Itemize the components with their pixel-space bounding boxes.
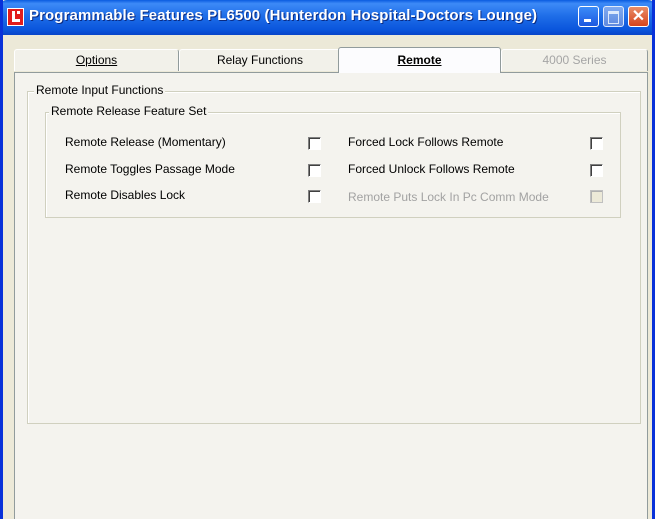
tab-remote-label: Remote [397,53,442,67]
forced-lock-follows-remote-label: Forced Lock Follows Remote [348,135,504,149]
forced-unlock-follows-remote-checkbox[interactable] [590,164,603,177]
remote-puts-lock-in-pc-comm-mode-label: Remote Puts Lock In Pc Comm Mode [348,190,549,204]
remote-input-functions-title: Remote Input Functions [34,83,166,97]
tab-4000-series-label: 4000 Series [542,53,607,67]
remote-release-momentary-checkbox[interactable] [308,137,321,150]
minimize-button[interactable] [578,6,599,27]
remote-disables-lock-checkbox[interactable] [308,190,321,203]
tab-strip: Options Relay Functions Remote 4000 Seri… [8,47,648,73]
forced-lock-follows-remote-checkbox[interactable] [590,137,603,150]
close-button[interactable]: ✕ [628,6,649,27]
close-icon: ✕ [631,8,646,25]
tab-4000-series: 4000 Series [501,49,648,71]
app-logo-icon [7,8,24,26]
remote-release-momentary-label: Remote Release (Momentary) [65,135,226,149]
tab-relay-functions-label: Relay Functions [216,53,304,67]
remote-tab-panel: Remote Input Functions Remote Release Fe… [14,72,648,519]
remote-disables-lock-label: Remote Disables Lock [65,188,186,202]
maximize-button[interactable] [603,6,624,27]
window-title: Programmable Features PL6500 (Hunterdon … [29,7,538,24]
programmable-features-window: Programmable Features PL6500 (Hunterdon … [0,0,655,519]
remote-toggles-passage-mode-label: Remote Toggles Passage Mode [65,162,235,176]
title-bar[interactable]: Programmable Features PL6500 (Hunterdon … [3,0,652,35]
remote-puts-lock-in-pc-comm-mode-checkbox [590,190,603,203]
remote-toggles-passage-mode-checkbox[interactable] [308,164,321,177]
tab-remote[interactable]: Remote [338,47,501,73]
tab-options-label: Options [75,53,118,67]
tab-options[interactable]: Options [14,49,179,71]
remote-release-feature-set-title: Remote Release Feature Set [49,104,209,118]
tab-relay-functions[interactable]: Relay Functions [179,49,341,71]
forced-unlock-follows-remote-label: Forced Unlock Follows Remote [348,162,515,176]
